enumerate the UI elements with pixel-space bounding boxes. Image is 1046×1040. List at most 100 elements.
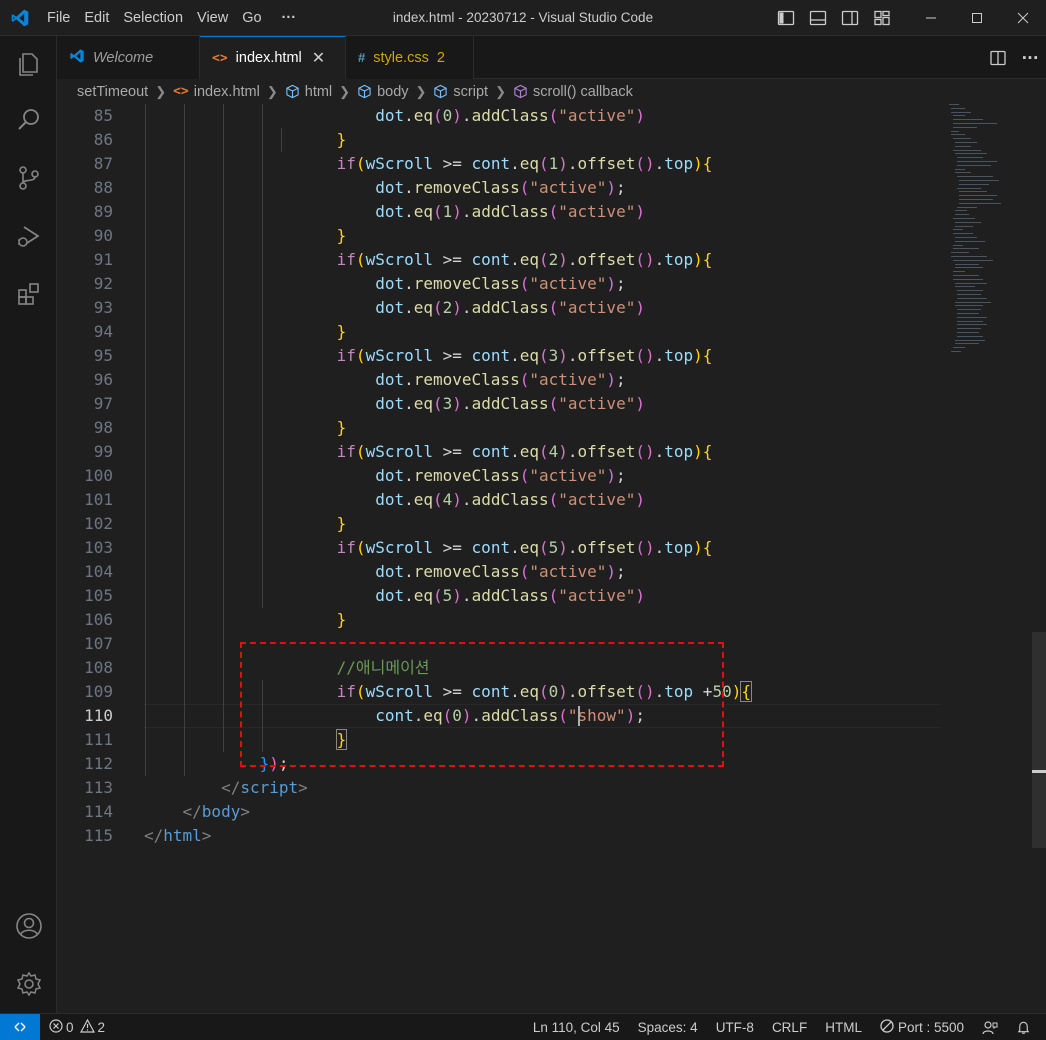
breadcrumb-item[interactable]: html <box>305 84 332 100</box>
line-number: 92 <box>93 274 113 293</box>
notifications-bell-icon[interactable] <box>1007 1014 1040 1040</box>
encoding[interactable]: UTF-8 <box>707 1014 763 1040</box>
menu-view[interactable]: View <box>190 0 235 36</box>
toggle-primary-sidebar-icon[interactable] <box>770 0 802 36</box>
code-text: } <box>336 130 347 149</box>
minimap-line <box>953 244 963 246</box>
breadcrumb-item[interactable]: body <box>377 84 408 100</box>
code-line[interactable]: 114 </body> <box>57 800 937 824</box>
line-number: 94 <box>93 322 113 341</box>
code-line[interactable]: 103 if(wScroll >= cont.eq(5).offset().to… <box>57 536 937 560</box>
minimap-line <box>955 214 969 216</box>
tab-index-html[interactable]: <> index.html ✕ <box>200 36 346 79</box>
toggle-panel-icon[interactable] <box>802 0 834 36</box>
tab-welcome[interactable]: Welcome <box>57 36 200 79</box>
menu-more[interactable]: ··· <box>275 0 304 36</box>
code-line[interactable]: 86 } <box>57 128 937 152</box>
code-editor[interactable]: 85 dot.eq(0).addClass("active") 86 } 87 if… <box>57 104 1046 1013</box>
more-actions-icon[interactable]: ··· <box>1014 36 1046 79</box>
code-text: dot.eq(0).addClass("active") <box>375 106 645 125</box>
vscode-icon <box>69 48 85 67</box>
code-line[interactable]: 105 dot.eq(5).addClass("active") <box>57 584 937 608</box>
minimap-line <box>957 294 981 295</box>
menu-selection[interactable]: Selection <box>116 0 190 36</box>
menu-edit[interactable]: Edit <box>77 0 116 36</box>
code-text: dot.removeClass("active"); <box>375 178 626 197</box>
tab-label: style.css <box>373 49 429 66</box>
chevron-right-icon: ❯ <box>495 83 506 99</box>
code-line[interactable]: 90 } <box>57 224 937 248</box>
minimap-line <box>955 263 979 265</box>
code-line[interactable]: 97 dot.eq(3).addClass("active") <box>57 392 937 416</box>
search-icon[interactable] <box>0 96 57 144</box>
code-line[interactable]: 115 </html> <box>57 824 937 848</box>
toggle-secondary-sidebar-icon[interactable] <box>834 0 866 36</box>
maximize-icon[interactable] <box>954 0 1000 36</box>
run-debug-icon[interactable] <box>0 212 57 260</box>
feedback-icon[interactable] <box>973 1014 1007 1040</box>
scrollbar-thumb[interactable] <box>1032 632 1046 848</box>
tab-style-css[interactable]: # style.css 2 <box>346 36 474 79</box>
indentation[interactable]: Spaces: 4 <box>629 1014 707 1040</box>
minimize-icon[interactable] <box>908 0 954 36</box>
line-number: 105 <box>84 586 113 605</box>
code-line[interactable]: 99 if(wScroll >= cont.eq(4).offset().top… <box>57 440 937 464</box>
breadcrumb-item[interactable]: setTimeout <box>77 84 148 100</box>
minimap-line <box>957 297 987 299</box>
line-number: 112 <box>84 754 113 773</box>
element-cube-icon <box>433 84 448 99</box>
live-server-port[interactable]: Port : 5500 <box>871 1014 973 1040</box>
code-line[interactable]: 104 dot.removeClass("active"); <box>57 560 937 584</box>
menu-go[interactable]: Go <box>235 0 268 36</box>
language-mode[interactable]: HTML <box>816 1014 871 1040</box>
minimap[interactable] <box>947 104 1037 364</box>
chevron-right-icon: ❯ <box>415 83 427 99</box>
code-line[interactable]: 93 dot.eq(2).addClass("active") <box>57 296 937 320</box>
code-line[interactable]: 100 dot.removeClass("active"); <box>57 464 937 488</box>
minimap-line <box>957 290 983 292</box>
menu-file[interactable]: File <box>40 0 77 36</box>
code-line[interactable]: 85 dot.eq(0).addClass("active") <box>57 104 937 128</box>
code-line[interactable]: 89 dot.eq(1).addClass("active") <box>57 200 937 224</box>
code-line[interactable]: 87 if(wScroll >= cont.eq(1).offset().top… <box>57 152 937 176</box>
code-line[interactable]: 92 dot.removeClass("active"); <box>57 272 937 296</box>
scrollbar-cursor-marker <box>1032 770 1046 773</box>
code-line[interactable]: 101 dot.eq(4).addClass("active") <box>57 488 937 512</box>
remote-indicator-icon[interactable] <box>0 1013 40 1040</box>
method-cube-icon <box>513 84 528 99</box>
code-line[interactable]: 106 } <box>57 608 937 632</box>
extensions-icon[interactable] <box>0 270 57 318</box>
split-editor-icon[interactable] <box>982 36 1014 79</box>
breadcrumb-item[interactable]: scroll() callback <box>533 84 633 100</box>
code-text: </html> <box>144 826 212 845</box>
manage-gear-icon[interactable] <box>0 960 57 1008</box>
close-icon[interactable] <box>1000 0 1046 36</box>
minimap-line <box>957 206 977 208</box>
minimap-line <box>957 161 997 162</box>
status-bar: 0 2 Ln 110, Col 45 Spaces: 4 UTF-8 CRLF … <box>0 1013 1046 1040</box>
code-text: dot.eq(3).addClass("active") <box>375 394 645 413</box>
code-line[interactable]: 88 dot.removeClass("active"); <box>57 176 937 200</box>
accounts-icon[interactable] <box>0 902 57 950</box>
explorer-icon[interactable] <box>0 40 57 88</box>
breadcrumb-item[interactable]: script <box>453 84 488 100</box>
code-line[interactable]: 98 } <box>57 416 937 440</box>
minimap-line <box>957 328 981 330</box>
breadcrumb-item[interactable]: index.html <box>194 84 260 100</box>
warning-count: 2 <box>97 1019 106 1035</box>
code-line[interactable]: 113 </script> <box>57 776 937 800</box>
code-line[interactable]: 91 if(wScroll >= cont.eq(2).offset().top… <box>57 248 937 272</box>
customize-layout-icon[interactable] <box>866 0 898 36</box>
source-control-icon[interactable] <box>0 154 57 202</box>
tab-close-icon[interactable]: ✕ <box>312 48 325 68</box>
code-line[interactable]: 94 } <box>57 320 937 344</box>
code-line[interactable]: 95 if(wScroll >= cont.eq(3).offset().top… <box>57 344 937 368</box>
end-of-line[interactable]: CRLF <box>763 1014 816 1040</box>
minimap-line <box>955 221 981 223</box>
minimap-line <box>955 286 975 288</box>
code-line[interactable]: 96 dot.removeClass("active"); <box>57 368 937 392</box>
code-line[interactable]: 102 } <box>57 512 937 536</box>
problems-status[interactable]: 0 2 <box>40 1014 114 1040</box>
cursor-position[interactable]: Ln 110, Col 45 <box>524 1014 629 1040</box>
chevron-right-icon: ❯ <box>266 83 278 99</box>
